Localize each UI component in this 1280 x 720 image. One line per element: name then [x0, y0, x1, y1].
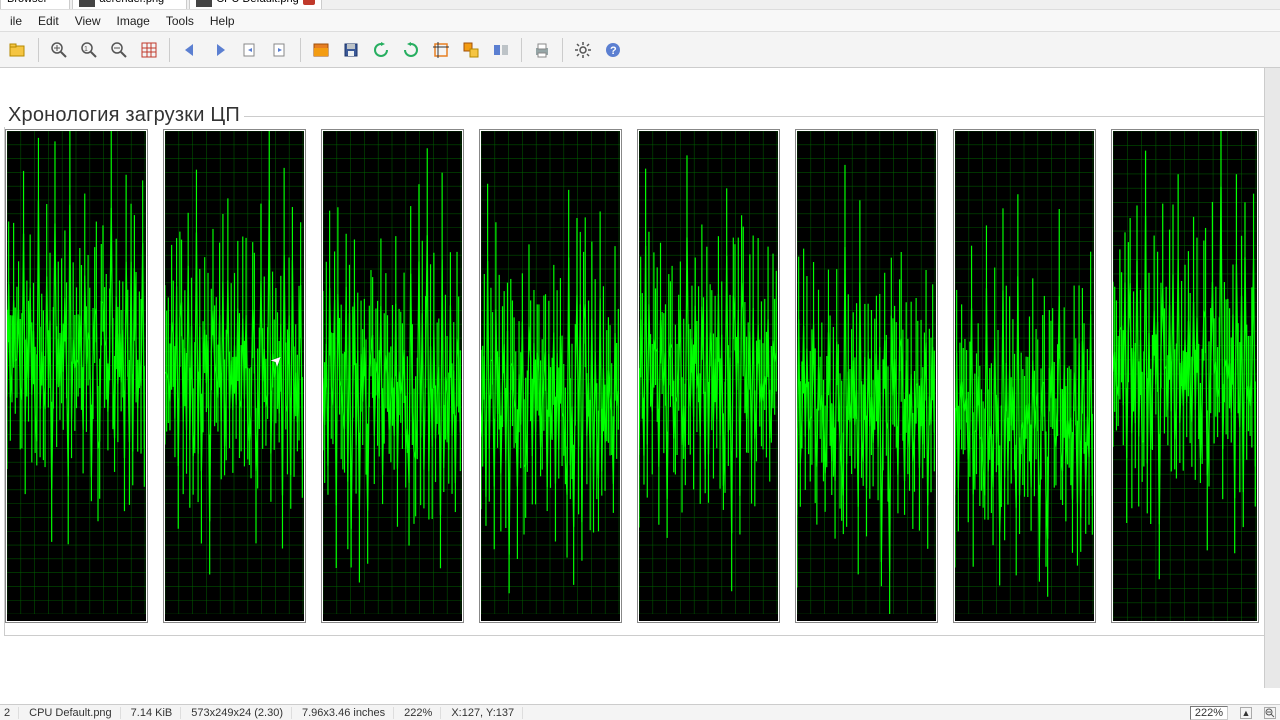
page-prev-icon[interactable] [236, 36, 264, 64]
refresh-icon[interactable] [367, 36, 395, 64]
image-viewport: Хронология загрузки ЦП ➤ [0, 68, 1280, 704]
status-filesize: 7.14 KiB [131, 707, 182, 719]
tab-bar: Browser × aerender.png × CPU Default.png… [0, 0, 1280, 10]
open-icon[interactable] [4, 36, 32, 64]
page-next-icon[interactable] [266, 36, 294, 64]
tab-label: aerender.png [99, 0, 164, 5]
zoom-in-icon[interactable] [45, 36, 73, 64]
cpu-core-panel [5, 129, 148, 623]
cpu-core-panel [1111, 129, 1259, 623]
menu-bar: ile Edit View Image Tools Help [0, 10, 1280, 32]
back-icon[interactable] [176, 36, 204, 64]
status-inches: 7.96x3.46 inches [302, 707, 394, 719]
compare-icon[interactable] [487, 36, 515, 64]
status-coords: X:127, Y:137 [451, 707, 523, 719]
print-icon[interactable] [528, 36, 556, 64]
menu-view[interactable]: View [67, 12, 109, 30]
close-icon[interactable]: × [51, 0, 63, 5]
grid-icon[interactable] [135, 36, 163, 64]
status-zoom: 222% [404, 707, 441, 719]
zoom-input[interactable]: 222% [1190, 706, 1228, 720]
menu-tools[interactable]: Tools [158, 12, 202, 30]
vertical-scrollbar[interactable] [1264, 68, 1280, 688]
cpu-core-panel [479, 129, 622, 623]
settings-icon[interactable] [569, 36, 597, 64]
rotate-icon[interactable] [397, 36, 425, 64]
image-icon [79, 0, 95, 7]
svg-text:1: 1 [84, 46, 88, 53]
forward-icon[interactable] [206, 36, 234, 64]
help-icon[interactable]: ? [599, 36, 627, 64]
menu-help[interactable]: Help [202, 12, 243, 30]
status-dimensions: 573x249x24 (2.30) [191, 707, 292, 719]
cpu-core-panel [637, 129, 780, 623]
tab-browser[interactable]: Browser × [0, 0, 70, 9]
zoom-fit-icon[interactable]: 1 [75, 36, 103, 64]
cpu-core-panel [163, 129, 306, 623]
status-index: 2 [4, 707, 19, 719]
separator [562, 38, 563, 62]
save-icon[interactable] [337, 36, 365, 64]
status-filename: CPU Default.png [29, 707, 121, 719]
cpu-core-panel [795, 129, 938, 623]
separator [38, 38, 39, 62]
toolbar: 1 ? [0, 32, 1280, 68]
separator [521, 38, 522, 62]
resize-icon[interactable] [457, 36, 485, 64]
chart-title: Хронология загрузки ЦП [4, 104, 244, 127]
close-icon[interactable]: × [303, 0, 315, 5]
crop-icon[interactable] [427, 36, 455, 64]
menu-file[interactable]: ile [2, 12, 30, 30]
zoom-step-in-icon[interactable]: ▲ [1240, 707, 1252, 719]
menu-image[interactable]: Image [109, 12, 158, 30]
svg-text:?: ? [610, 45, 617, 57]
cpu-history-group [4, 116, 1280, 636]
status-bar: 2 CPU Default.png 7.14 KiB 573x249x24 (2… [0, 704, 1280, 720]
close-icon[interactable]: × [168, 0, 180, 5]
tab-aerender[interactable]: aerender.png × [72, 0, 187, 9]
separator [169, 38, 170, 62]
cpu-core-panel [953, 129, 1096, 623]
tab-cpu-default[interactable]: CPU Default.png × [189, 0, 322, 9]
tab-label: Browser [7, 0, 47, 5]
zoom-step-out-icon[interactable] [1264, 707, 1276, 719]
folder-icon[interactable] [307, 36, 335, 64]
tab-label: CPU Default.png [216, 0, 299, 5]
separator [300, 38, 301, 62]
cpu-core-panel [321, 129, 464, 623]
menu-edit[interactable]: Edit [30, 12, 67, 30]
image-icon [196, 0, 212, 7]
zoom-out-icon[interactable] [105, 36, 133, 64]
